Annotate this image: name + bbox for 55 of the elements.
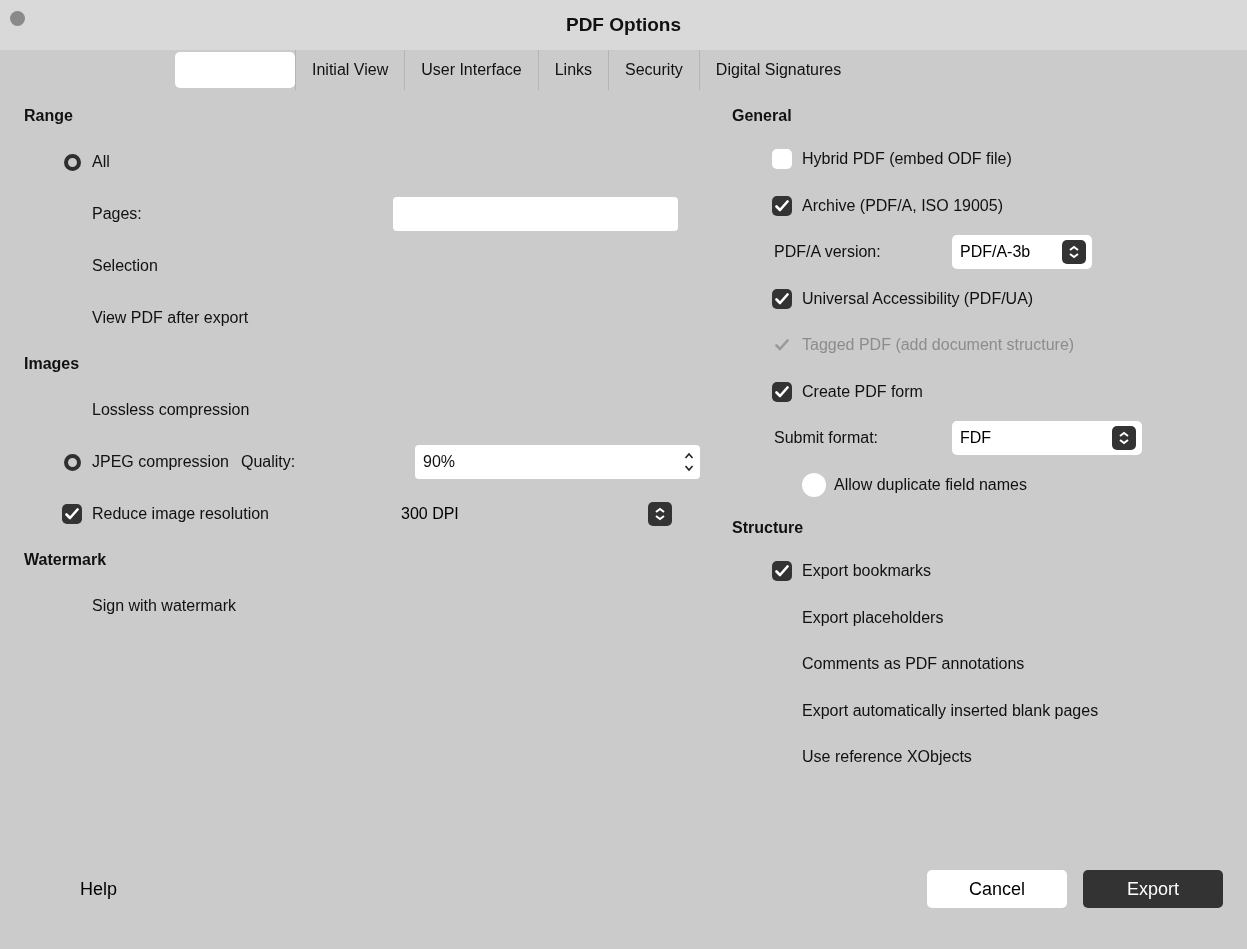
option-label: Reduce image resolution — [92, 504, 269, 524]
resolution-dropdown[interactable]: 300 DPI — [393, 497, 678, 531]
option-label: Tagged PDF (add document structure) — [802, 335, 1075, 356]
help-button[interactable]: Help — [80, 875, 118, 903]
format-dropdown[interactable]: FDF — [952, 421, 1142, 456]
option-label: Pages: — [92, 204, 142, 224]
checkbox[interactable] — [62, 504, 82, 524]
spin-field[interactable]: 90% — [415, 445, 700, 479]
updown-icon — [1062, 240, 1086, 265]
option-label: Lossless compression — [92, 400, 250, 420]
checkbox[interactable] — [772, 381, 792, 402]
option-label: Create PDF form — [802, 381, 923, 402]
updown-icon — [648, 502, 672, 526]
checkbox[interactable] — [772, 195, 792, 216]
export-button[interactable]: Export — [1083, 870, 1223, 908]
option-label: Export automatically inserted blank pages — [802, 700, 1099, 721]
checkbox[interactable] — [772, 288, 792, 309]
section-heading: Range — [24, 106, 74, 126]
updown-icon — [1112, 426, 1136, 451]
window-control-dot[interactable] — [10, 11, 25, 26]
pages-field[interactable] — [393, 197, 678, 231]
option-label: View PDF after export — [92, 308, 249, 328]
checkbox[interactable] — [772, 561, 792, 582]
option-label: Comments as PDF annotations — [802, 654, 1025, 675]
format-dropdown[interactable]: PDF/A-3b — [952, 235, 1092, 270]
radio-button[interactable] — [63, 453, 81, 471]
option-label: Export bookmarks — [802, 561, 931, 582]
section-heading: Images — [24, 354, 81, 374]
option-label: Export placeholders — [802, 607, 944, 628]
option-label: PDF/A version: — [774, 242, 882, 263]
section-heading: Structure — [732, 518, 805, 538]
option-label: Use reference XObjects — [802, 747, 972, 768]
section-heading: Watermark — [24, 550, 108, 570]
option-label: Sign with watermark — [92, 596, 237, 616]
tab[interactable]: Security — [608, 50, 699, 90]
radio-button[interactable] — [63, 153, 81, 171]
section-heading: General — [732, 106, 793, 126]
tab[interactable]: Initial View — [295, 50, 405, 90]
window-title: PDF Options — [565, 12, 682, 37]
tab[interactable]: User Interface — [404, 50, 538, 90]
option-label: Universal Accessibility (PDF/UA) — [802, 288, 1034, 309]
option-label: Allow duplicate field names — [834, 474, 1027, 495]
tab[interactable]: Links — [537, 50, 609, 90]
option-label: JPEG compression — [92, 452, 229, 472]
tab[interactable]: Digital Signatures — [698, 50, 858, 90]
option-label: Submit format: — [774, 428, 880, 449]
option-label: All — [92, 152, 110, 172]
checkbox[interactable] — [772, 149, 792, 170]
option-label: Archive (PDF/A, ISO 19005) — [802, 195, 1003, 216]
checkbox[interactable] — [802, 472, 826, 497]
updown-icon — [684, 451, 694, 473]
option-label: Quality: — [240, 452, 296, 472]
option-label: Hybrid PDF (embed ODF file) — [802, 149, 1012, 170]
cancel-button[interactable]: Cancel — [927, 870, 1067, 908]
option-label: Selection — [92, 256, 158, 276]
